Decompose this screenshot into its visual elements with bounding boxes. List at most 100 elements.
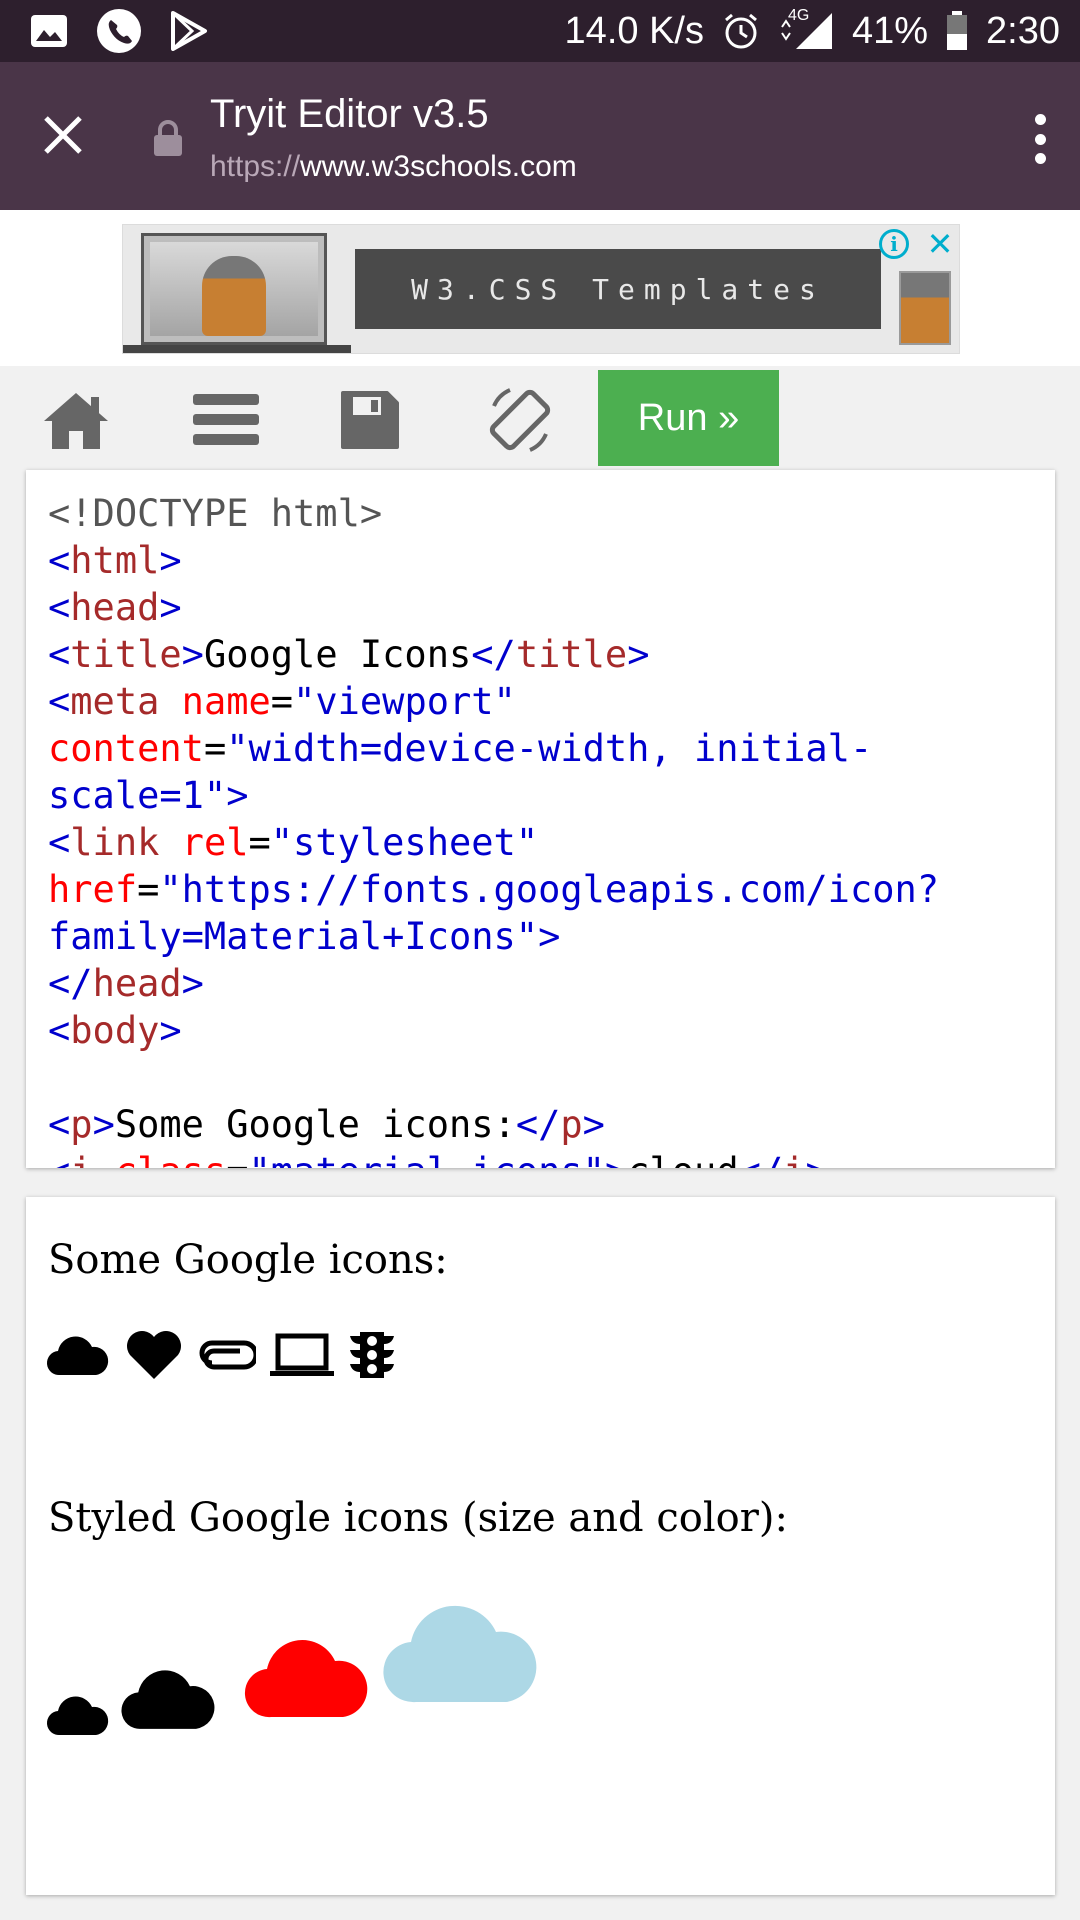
ad-area: W3.CSS Templates i ✕: [0, 210, 1080, 366]
ad-banner[interactable]: W3.CSS Templates i ✕: [122, 224, 960, 354]
network-speed: 14.0 K/s: [564, 9, 704, 52]
code-line: <body>: [48, 1007, 939, 1054]
code-token: body: [70, 1009, 160, 1052]
menu-icon[interactable]: [190, 384, 262, 456]
code-token: "width=device-width, initial-: [226, 727, 873, 770]
more-options-icon[interactable]: [1030, 114, 1050, 164]
code-token: <: [48, 1009, 71, 1052]
code-token: href: [48, 868, 138, 911]
code-line: <i class="material-icons">cloud</i>: [48, 1148, 939, 1168]
code-token: "stylesheet": [270, 821, 539, 864]
page-title: Tryit Editor v3.5: [210, 92, 489, 136]
code-token: >: [159, 1009, 182, 1052]
code-line: <link rel="stylesheet": [48, 819, 939, 866]
cloud-icon: [121, 1670, 215, 1729]
code-token: >: [159, 539, 182, 582]
code-line: <html>: [48, 537, 939, 584]
battery-percent: 41%: [851, 9, 929, 52]
browser-toolbar: Tryit Editor v3.5 https://www.w3schools.…: [0, 62, 1080, 210]
code-token: content: [48, 727, 204, 770]
code-line: </head>: [48, 960, 939, 1007]
code-token: =: [203, 727, 227, 770]
code-token: "https://fonts.googleapis.com/icon?: [159, 868, 940, 911]
lock-icon: [152, 119, 184, 157]
code-token: Some Google icons:: [114, 1103, 516, 1146]
code-token: link: [70, 821, 182, 864]
code-token: rel: [181, 821, 249, 864]
code-token: </: [48, 962, 93, 1005]
ad-close-icon[interactable]: ✕: [923, 225, 957, 263]
code-token: >: [92, 1103, 115, 1146]
computer-icon: [270, 1333, 334, 1381]
code-line: content="width=device-width, initial-: [48, 725, 939, 772]
code-line: scale=1">: [48, 772, 939, 819]
traffic-icon: [348, 1330, 396, 1384]
code-line: <meta name="viewport": [48, 678, 939, 725]
code-token: <: [48, 680, 71, 723]
code-token: name: [181, 680, 271, 723]
code-token: <: [48, 633, 71, 676]
code-token: <: [48, 821, 71, 864]
code-token: family=Material+Icons": [48, 915, 539, 958]
phone-icon: [96, 8, 142, 54]
ad-laptop-base: [123, 345, 351, 353]
play-store-icon: [170, 11, 208, 51]
rotate-icon[interactable]: [484, 384, 556, 456]
code-token: >: [181, 962, 204, 1005]
code-token: "viewport": [293, 680, 516, 723]
code-token: =: [137, 868, 160, 911]
code-token: "material-icons": [249, 1150, 605, 1168]
code-token: p: [560, 1103, 583, 1146]
code-token: meta: [70, 680, 182, 723]
code-token: </: [515, 1103, 561, 1146]
favorite-icon: [124, 1329, 184, 1385]
code-token: head: [70, 586, 160, 629]
notification-icons: [30, 8, 208, 54]
code-token: Google Icons: [203, 633, 472, 676]
ad-info-icon[interactable]: i: [879, 229, 909, 259]
url-host: www.w3schools.com: [300, 150, 577, 183]
code-token: <!DOCTYPE html>: [48, 492, 383, 535]
code-token: >: [805, 1150, 827, 1168]
result-frame: Some Google icons: Styled Google icons (…: [26, 1197, 1055, 1895]
home-icon[interactable]: [40, 384, 112, 456]
run-button[interactable]: Run »: [598, 370, 779, 466]
code-token: class: [115, 1150, 226, 1168]
code-text[interactable]: <!DOCTYPE html> <html> <head> <title>Google…: [48, 490, 939, 1168]
code-token: >: [627, 633, 650, 676]
result-heading-icons: Some Google icons:: [48, 1237, 448, 1283]
network-type: 4G: [787, 7, 810, 24]
url-protocol: https://: [210, 150, 301, 183]
signal-icon: 4G: [778, 7, 834, 51]
code-token: <: [48, 586, 71, 629]
ad-label: W3.CSS Templates: [355, 249, 881, 329]
code-line: href="https://fonts.googleapis.com/icon?: [48, 866, 939, 913]
code-line: <p>Some Google icons:</p>: [48, 1101, 939, 1148]
google-icons-row: [46, 1329, 396, 1385]
code-token: title: [515, 633, 628, 676]
save-icon[interactable]: [334, 384, 406, 456]
code-token: >: [582, 1103, 605, 1146]
code-token: cloud: [627, 1150, 738, 1168]
code-token: p: [70, 1103, 93, 1146]
alarm-icon: [722, 12, 760, 50]
code-token: scale=1": [48, 774, 227, 817]
code-editor[interactable]: <!DOCTYPE html> <html> <head> <title>Google…: [26, 470, 1055, 1168]
styled-icons-row: [46, 1597, 646, 1737]
cloud-icon: [46, 1333, 110, 1381]
cloud-icon: [244, 1640, 368, 1718]
code-line: <title>Google Icons</title>: [48, 631, 939, 678]
image-icon: [30, 14, 68, 48]
attachment-icon: [198, 1337, 259, 1377]
cloud-icon: [383, 1605, 537, 1703]
clock: 2:30: [986, 9, 1060, 52]
page-url[interactable]: https://www.w3schools.com: [210, 150, 577, 184]
close-icon[interactable]: [40, 112, 86, 158]
code-token: title: [70, 633, 182, 676]
code-token: <: [48, 1103, 71, 1146]
result-heading-styled: Styled Google icons (size and color):: [48, 1495, 788, 1541]
code-token: >: [226, 774, 249, 817]
code-token: =: [226, 1150, 248, 1168]
ad-thumbnail: [141, 233, 327, 345]
